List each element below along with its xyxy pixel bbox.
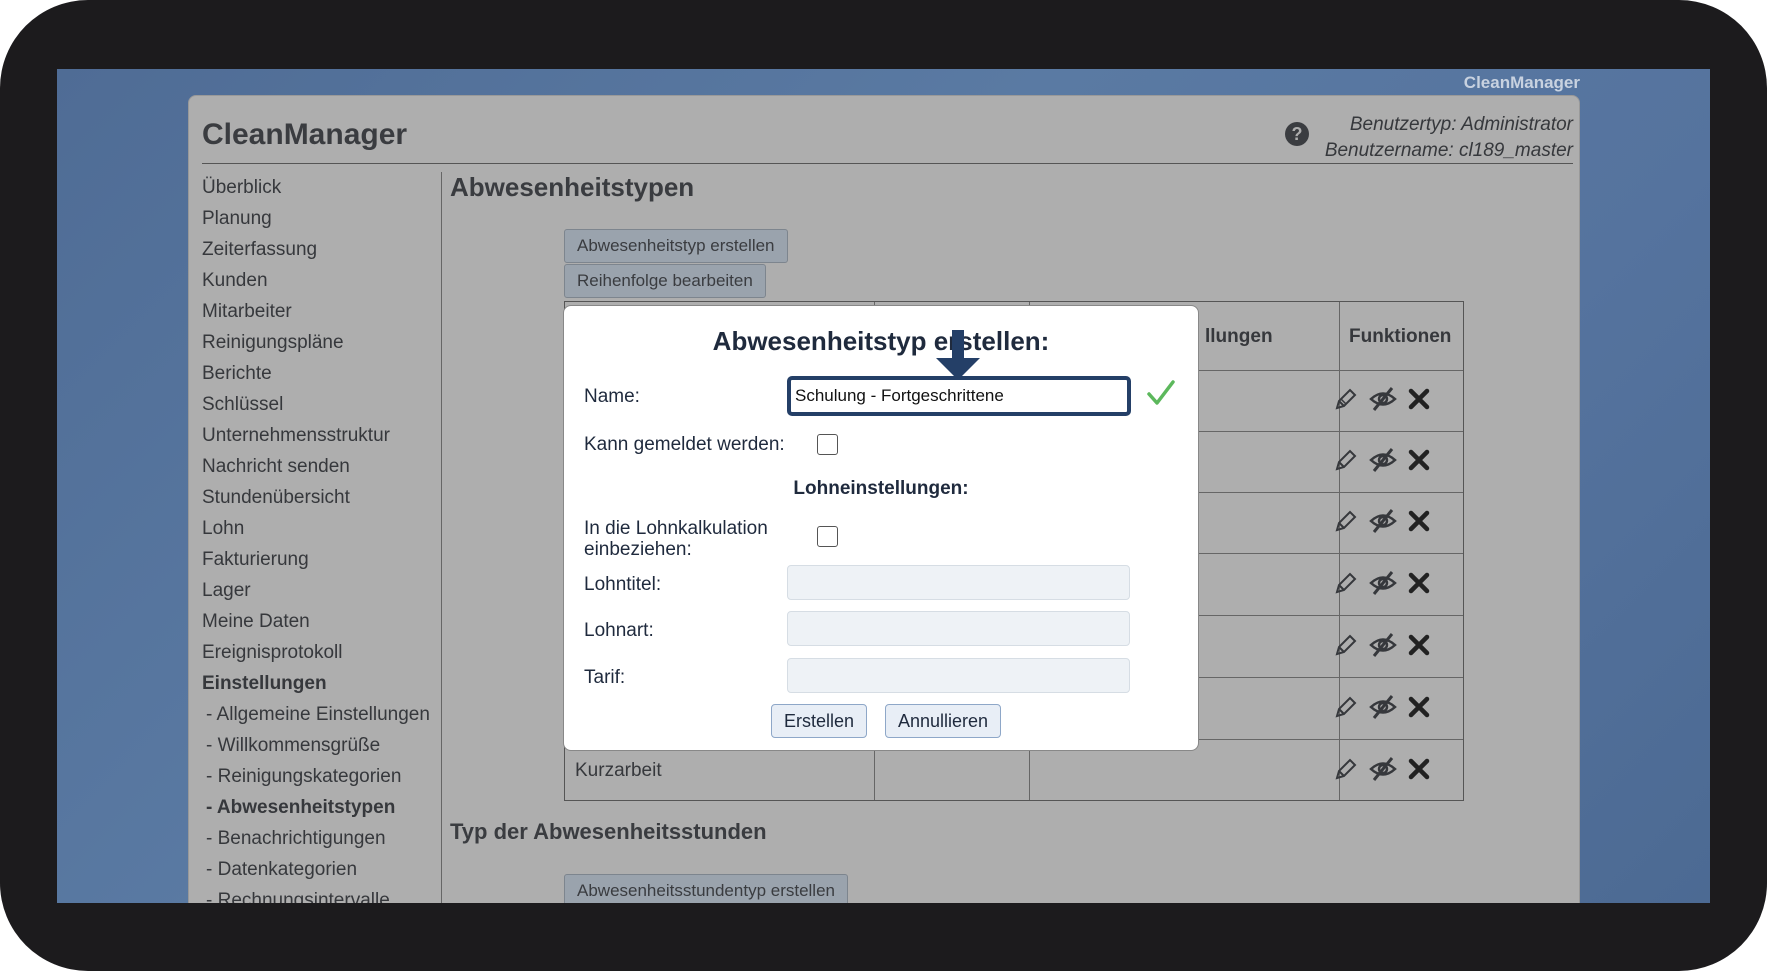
sidebar-item-hours-overview[interactable]: Stundenübersicht <box>202 482 442 513</box>
checkmark-icon <box>1146 378 1176 413</box>
wage-title-input[interactable] <box>787 565 1130 600</box>
name-label: Name: <box>584 386 640 407</box>
sidebar-sub-general-settings[interactable]: - Allgemeine Einstellungen <box>202 699 442 730</box>
edit-pencil-icon[interactable] <box>1333 632 1359 658</box>
edit-pencil-icon[interactable] <box>1333 508 1359 534</box>
edit-pencil-icon[interactable] <box>1333 447 1359 473</box>
column-header-settings: llungen <box>1205 326 1273 347</box>
delete-x-icon[interactable] <box>1407 695 1431 719</box>
sidebar-item-keys[interactable]: Schlüssel <box>202 389 442 420</box>
delete-x-icon[interactable] <box>1407 757 1431 781</box>
hide-eye-icon[interactable] <box>1369 447 1397 473</box>
tariff-label: Tarif: <box>584 667 626 688</box>
hide-eye-icon[interactable] <box>1369 632 1397 658</box>
hide-eye-icon[interactable] <box>1369 386 1397 412</box>
sidebar-item-send-message[interactable]: Nachricht senden <box>202 451 442 482</box>
delete-x-icon[interactable] <box>1407 633 1431 657</box>
sidebar-sub-welcome-messages[interactable]: - Willkommensgrüße <box>202 730 442 761</box>
sidebar-item-employees[interactable]: Mitarbeiter <box>202 296 442 327</box>
sidebar-item-settings[interactable]: Einstellungen <box>202 668 442 699</box>
header-divider <box>202 163 1573 164</box>
sidebar-item-my-data[interactable]: Meine Daten <box>202 606 442 637</box>
screen: CleanManager CleanManager ? Benutzertyp:… <box>57 69 1710 903</box>
row-actions <box>1333 447 1463 473</box>
brand-small: CleanManager <box>1463 73 1580 92</box>
can-report-label: Kann gemeldet werden: <box>584 434 785 455</box>
sidebar-item-event-log[interactable]: Ereignisprotokoll <box>202 637 442 668</box>
page-title: Abwesenheitstypen <box>450 172 695 202</box>
sidebar-sub-data-categories[interactable]: - Datenkategorien <box>202 854 442 885</box>
device-frame: CleanManager CleanManager ? Benutzertyp:… <box>0 0 1767 971</box>
sidebar-item-company-structure[interactable]: Unternehmensstruktur <box>202 420 442 451</box>
sidebar-sub-notifications[interactable]: - Benachrichtigungen <box>202 823 442 854</box>
hide-eye-icon[interactable] <box>1369 508 1397 534</box>
edit-pencil-icon[interactable] <box>1333 386 1359 412</box>
row-actions <box>1333 632 1463 658</box>
delete-x-icon[interactable] <box>1407 509 1431 533</box>
include-wage-label: In die Lohnkalkulation einbeziehen: <box>584 518 768 560</box>
sidebar-item-overview[interactable]: Überblick <box>202 172 442 203</box>
name-input[interactable] <box>787 376 1131 416</box>
create-absence-type-button[interactable]: Abwesenheitstyp erstellen <box>564 229 788 263</box>
hide-eye-icon[interactable] <box>1369 756 1397 782</box>
edit-pencil-icon[interactable] <box>1333 694 1359 720</box>
app-title: CleanManager <box>202 118 408 151</box>
sidebar-item-reports[interactable]: Berichte <box>202 358 442 389</box>
hide-eye-icon[interactable] <box>1369 694 1397 720</box>
user-type: Benutzertyp: Administrator <box>1349 114 1573 135</box>
delete-x-icon[interactable] <box>1407 387 1431 411</box>
edit-pencil-icon[interactable] <box>1333 570 1359 596</box>
sidebar-item-invoicing[interactable]: Fakturierung <box>202 544 442 575</box>
section-title-absence-hours: Typ der Abwesenheitsstunden <box>450 819 767 844</box>
row-name-kurzarbeit: Kurzarbeit <box>575 760 662 781</box>
help-icon[interactable]: ? <box>1285 122 1309 146</box>
create-absence-type-dialog: Abwesenheitstyp erstellen: Name: Kann ge… <box>563 305 1199 751</box>
user-info: Benutzertyp: Administrator Benutzername:… <box>1325 112 1573 164</box>
sidebar-sub-cleaning-categories[interactable]: - Reinigungskategorien <box>202 761 442 792</box>
tariff-input[interactable] <box>787 658 1130 693</box>
wage-type-label: Lohnart: <box>584 620 654 641</box>
sidebar-sub-billing-intervals[interactable]: - Rechnungsintervalle <box>202 885 442 903</box>
edit-order-button[interactable]: Reihenfolge bearbeiten <box>564 264 766 298</box>
row-actions <box>1333 694 1463 720</box>
create-absence-hours-type-button[interactable]: Abwesenheitsstundentyp erstellen <box>564 874 848 903</box>
wage-settings-heading: Lohneinstellungen: <box>793 478 969 499</box>
sidebar-sub-absence-types[interactable]: - Abwesenheitstypen <box>202 792 442 823</box>
row-actions <box>1333 570 1463 596</box>
sidebar-item-stock[interactable]: Lager <box>202 575 442 606</box>
can-report-checkbox[interactable] <box>817 434 838 455</box>
dialog-title: Abwesenheitstyp erstellen: <box>712 326 1050 356</box>
sidebar-item-customers[interactable]: Kunden <box>202 265 442 296</box>
user-name: Benutzername: cl189_master <box>1324 140 1573 161</box>
create-button[interactable]: Erstellen <box>771 704 868 738</box>
sidebar-item-cleaning-plans[interactable]: Reinigungspläne <box>202 327 442 358</box>
column-header-functions: Funktionen <box>1349 326 1452 347</box>
hide-eye-icon[interactable] <box>1369 570 1397 596</box>
row-actions <box>1333 756 1463 782</box>
wage-type-input[interactable] <box>787 611 1130 646</box>
delete-x-icon[interactable] <box>1407 448 1431 472</box>
row-actions <box>1333 386 1463 412</box>
row-actions <box>1333 508 1463 534</box>
edit-pencil-icon[interactable] <box>1333 756 1359 782</box>
sidebar-item-wages[interactable]: Lohn <box>202 513 442 544</box>
sidebar-item-planning[interactable]: Planung <box>202 203 442 234</box>
delete-x-icon[interactable] <box>1407 571 1431 595</box>
include-wage-checkbox[interactable] <box>817 526 838 547</box>
wage-title-label: Lohntitel: <box>584 574 662 595</box>
sidebar: Überblick Planung Zeiterfassung Kunden M… <box>202 172 442 903</box>
sidebar-divider <box>441 172 442 903</box>
sidebar-item-time-tracking[interactable]: Zeiterfassung <box>202 234 442 265</box>
cancel-button[interactable]: Annullieren <box>885 704 1002 738</box>
